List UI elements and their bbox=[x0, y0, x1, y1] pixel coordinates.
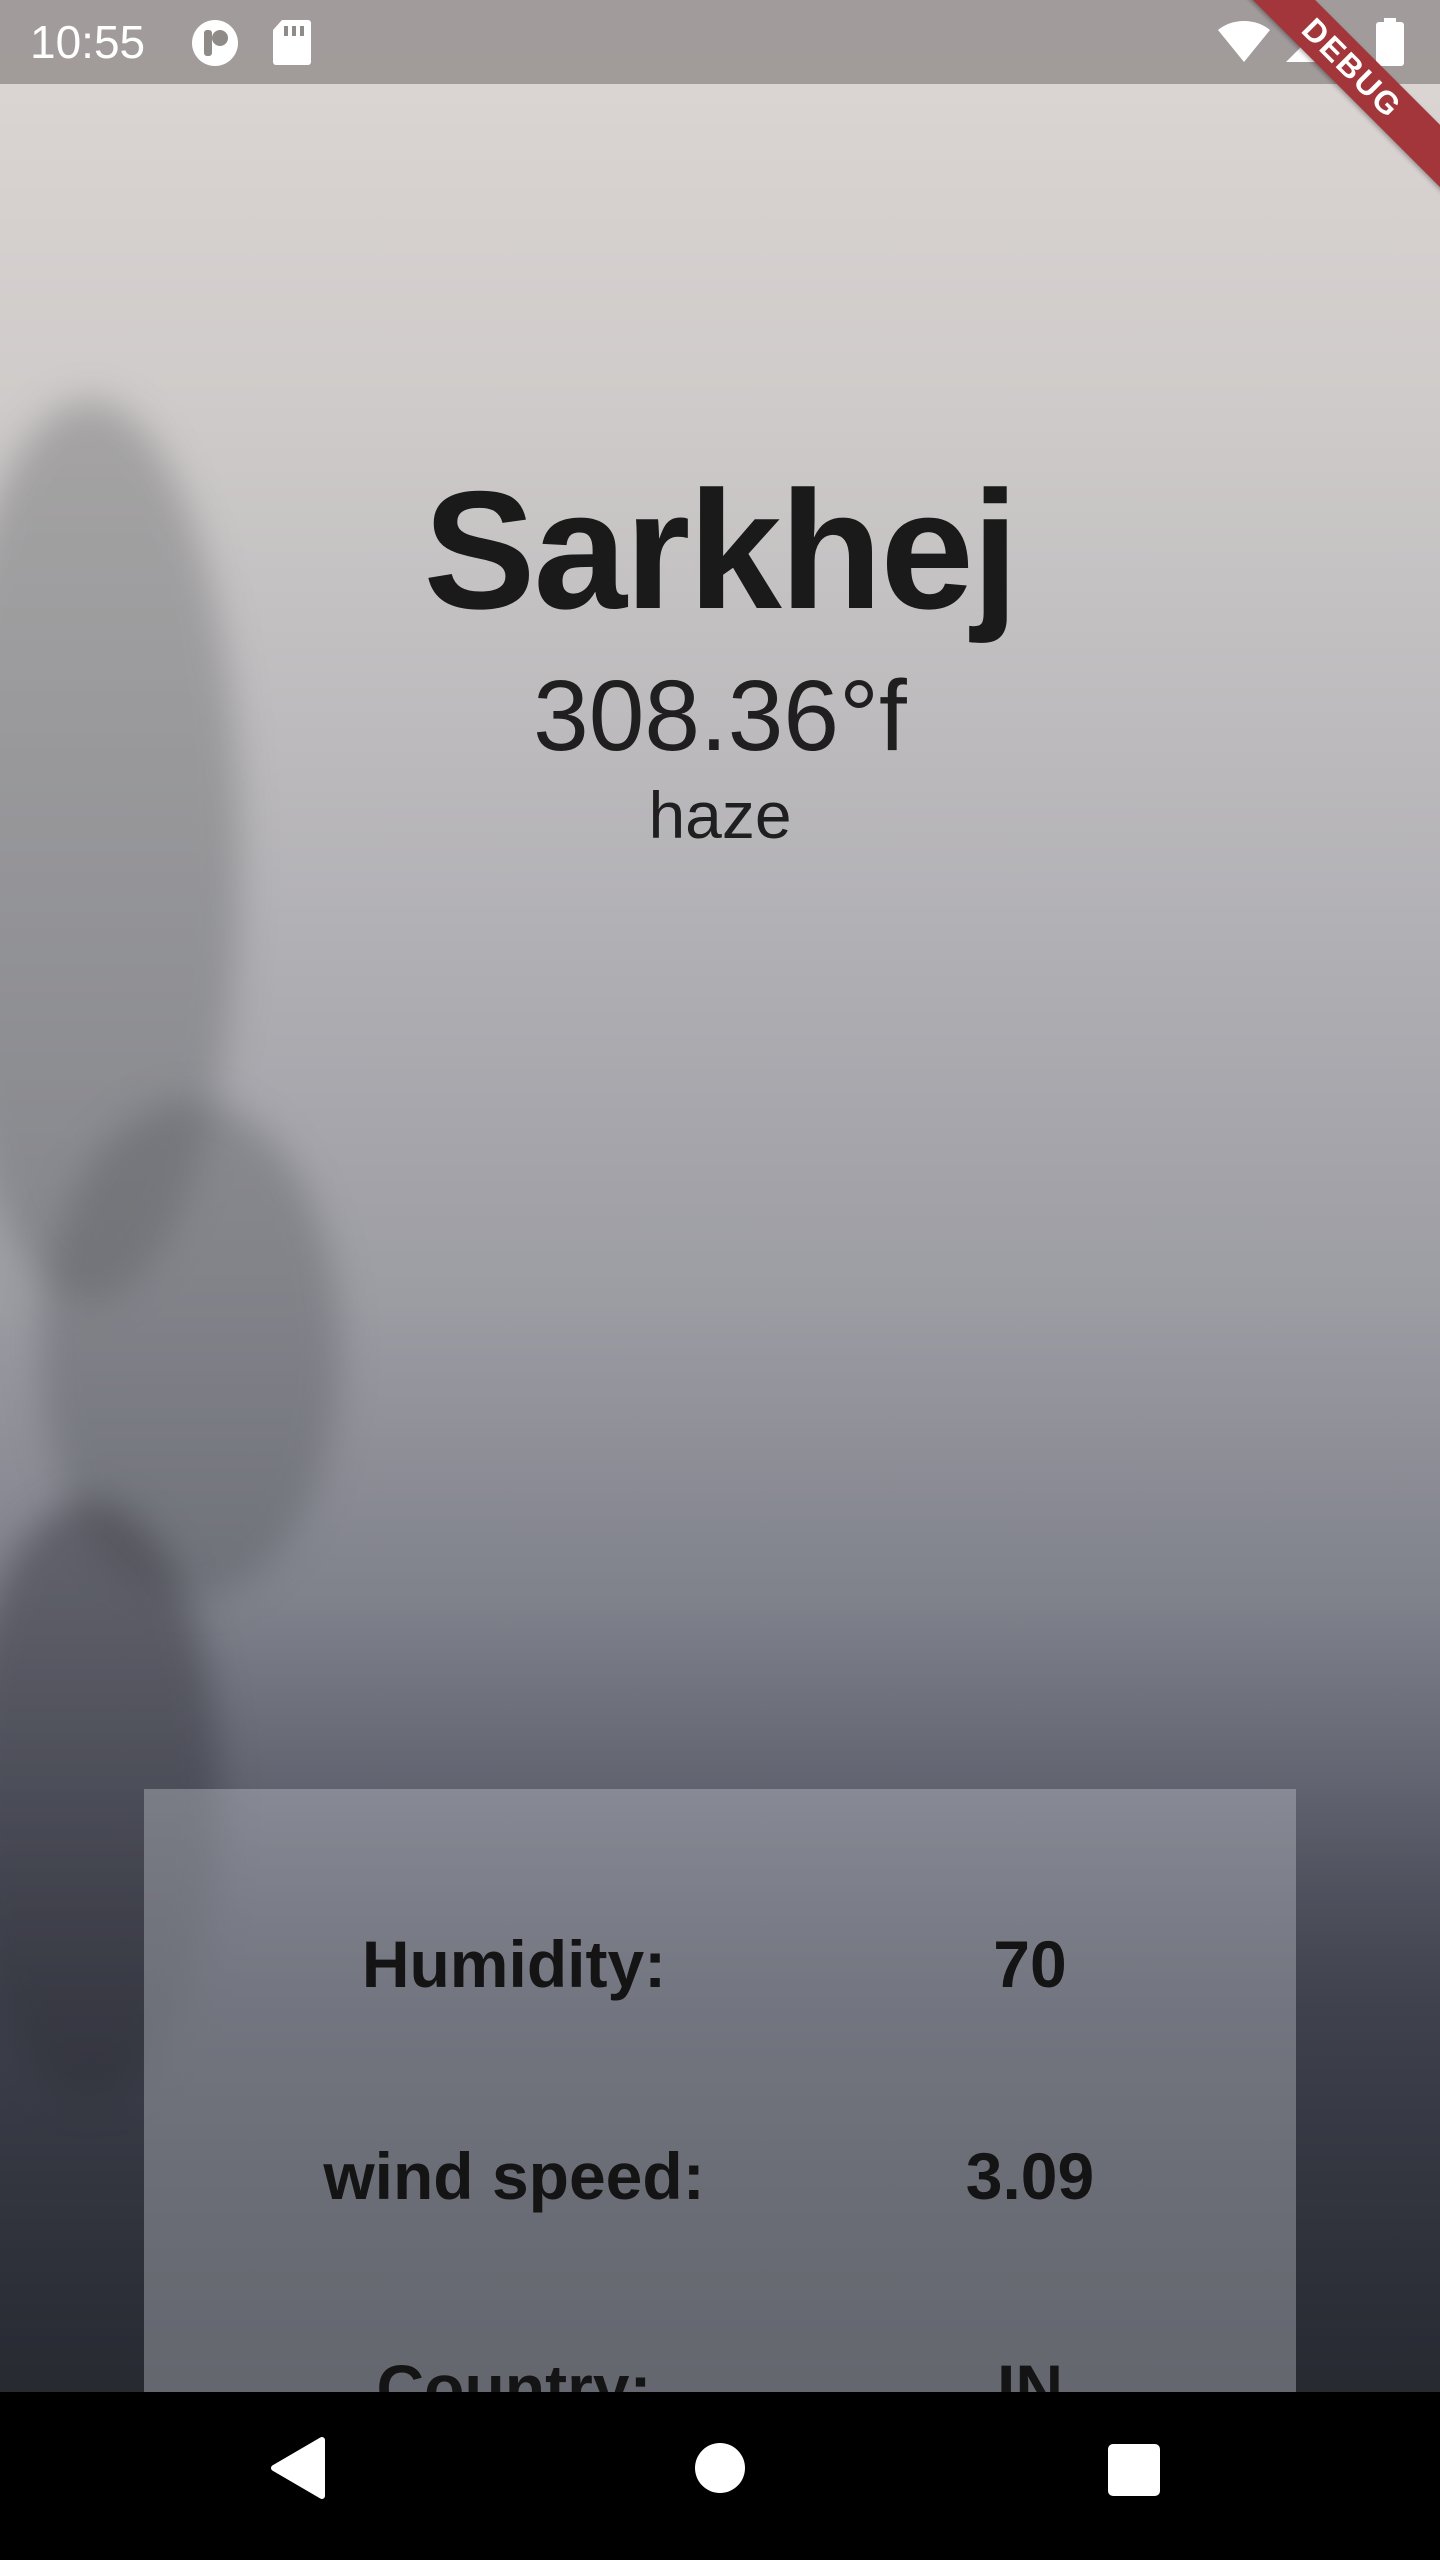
temperature-value: 308.36°f bbox=[533, 660, 907, 772]
weather-description: haze bbox=[648, 778, 792, 852]
status-time: 10:55 bbox=[30, 16, 146, 68]
recents-icon[interactable] bbox=[1108, 2444, 1160, 2501]
city-name: Sarkhej bbox=[423, 456, 1018, 644]
wind-speed-label: wind speed: bbox=[323, 2139, 705, 2213]
weather-details-card: Humidity: 70 wind speed: 3.09 Country: I… bbox=[144, 1789, 1296, 2392]
detail-row-country: Country: IN bbox=[144, 2343, 1296, 2392]
detail-row-wind-speed: wind speed: 3.09 bbox=[144, 2131, 1296, 2221]
wifi-icon bbox=[1218, 21, 1270, 62]
humidity-label: Humidity: bbox=[361, 1927, 667, 2001]
country-value: IN bbox=[997, 2351, 1063, 2392]
sd-card-icon bbox=[272, 18, 312, 71]
battery-icon bbox=[1376, 18, 1404, 66]
navigation-bar bbox=[0, 2392, 1440, 2560]
back-icon[interactable] bbox=[270, 2436, 326, 2505]
app-screen: 10:55 DEBUG Sarkhej 308.36°f haze Humidi… bbox=[0, 0, 1440, 2560]
home-icon[interactable] bbox=[694, 2442, 746, 2499]
notification-app-icon bbox=[190, 18, 240, 73]
status-bar: 10:55 bbox=[0, 0, 1440, 84]
detail-row-humidity: Humidity: 70 bbox=[144, 1919, 1296, 2009]
humidity-value: 70 bbox=[993, 1927, 1067, 2001]
country-label: Country: bbox=[376, 2351, 652, 2392]
wind-speed-value: 3.09 bbox=[965, 2139, 1095, 2213]
